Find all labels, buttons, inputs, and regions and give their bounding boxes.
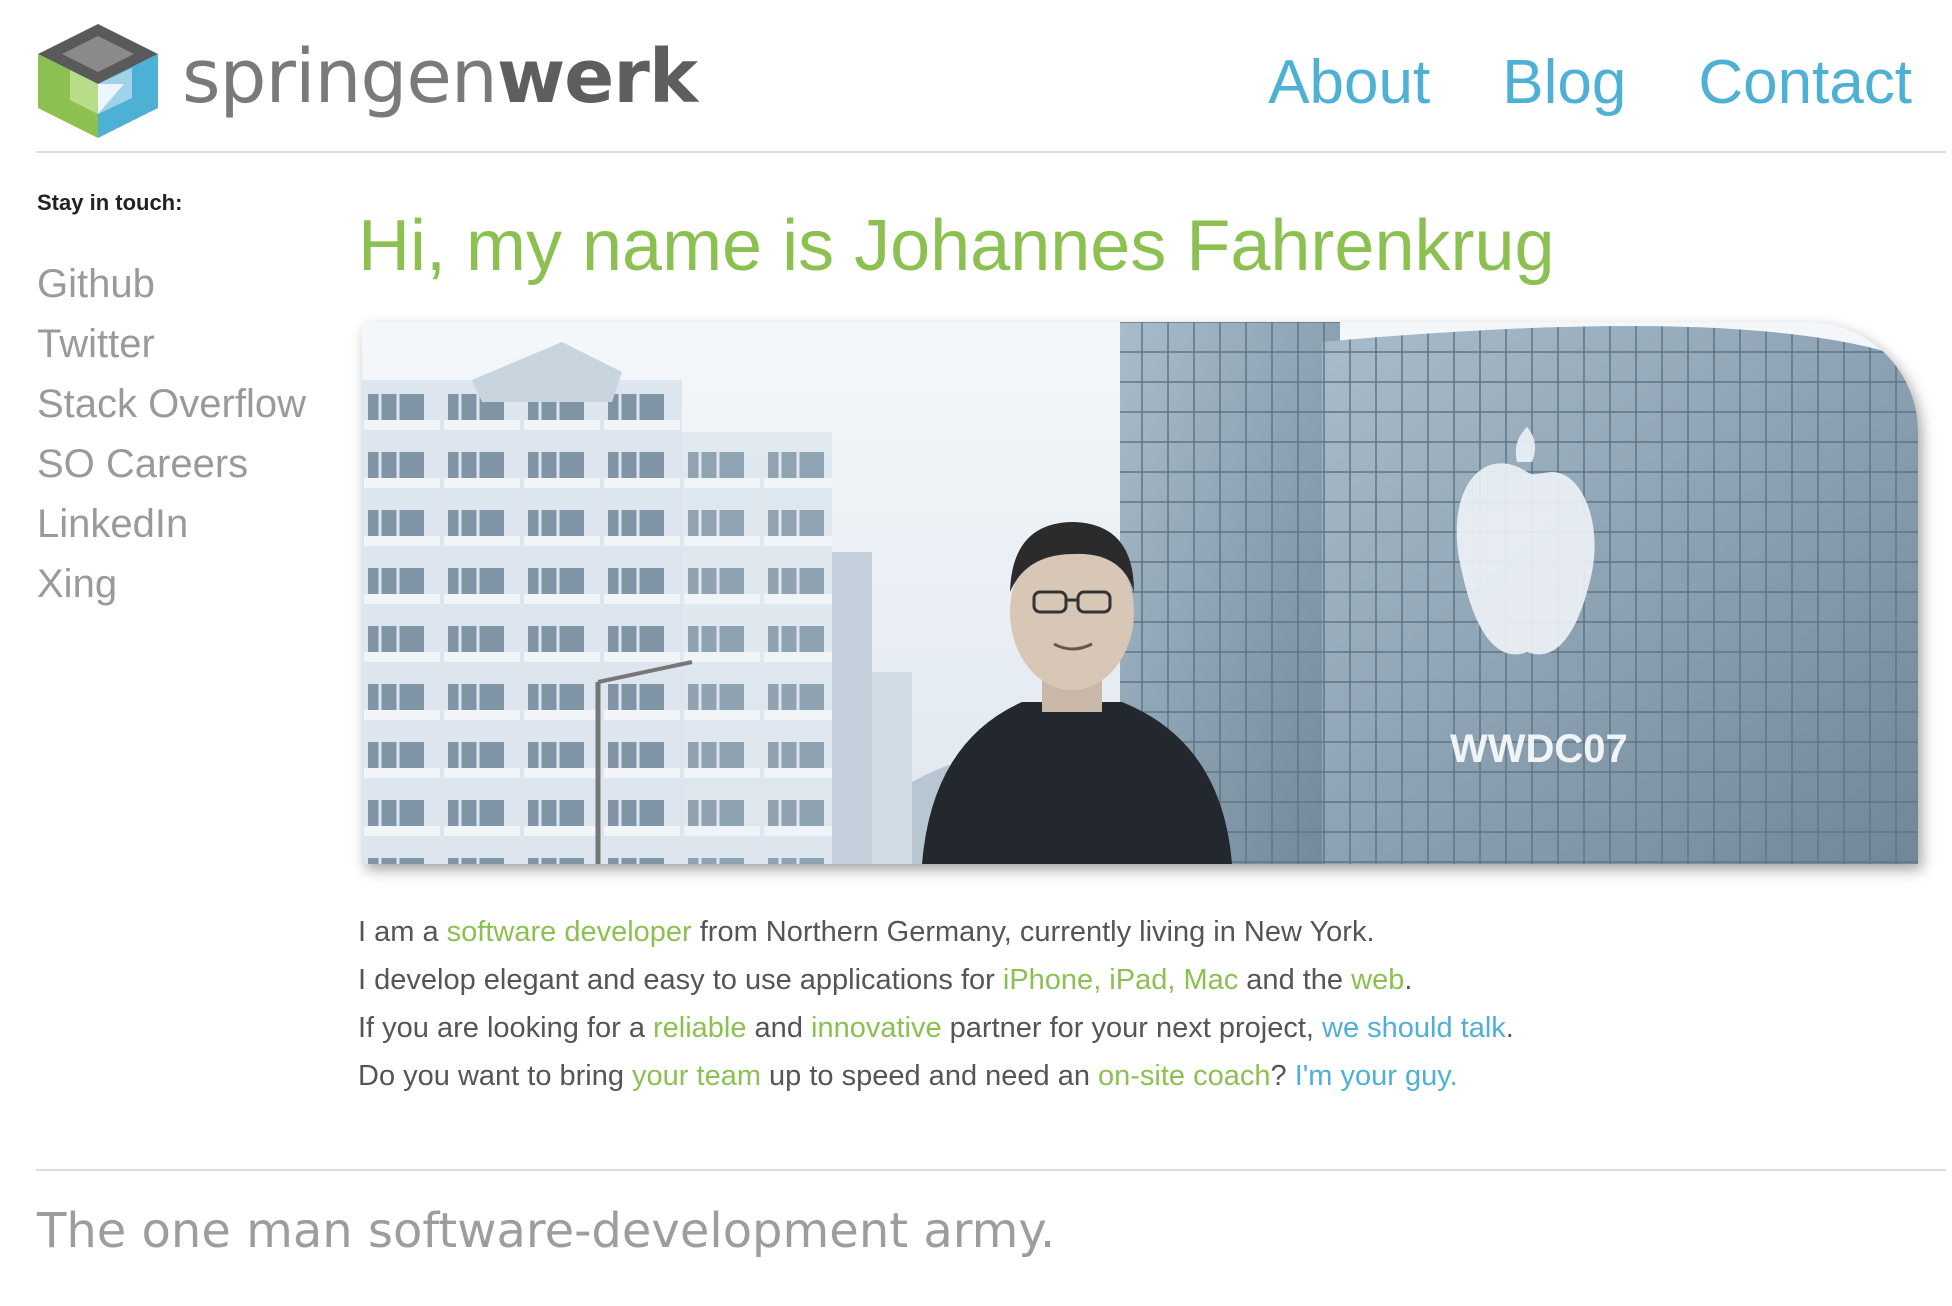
sidebar-link-linkedin[interactable]: LinkedIn <box>37 494 337 554</box>
link-platforms[interactable]: iPhone, iPad, Mac <box>1003 964 1238 996</box>
link-software-developer[interactable]: software developer <box>447 916 692 948</box>
intro-line-1: I am a software developer from Northern … <box>358 908 1918 956</box>
intro-line-4: Do you want to bring your team up to spe… <box>358 1052 1918 1100</box>
intro-text-segment: Do you want to bring <box>358 1060 633 1092</box>
hero-photo: WWDC07 <box>362 322 1918 864</box>
sidebar-link-twitter[interactable]: Twitter <box>37 314 337 374</box>
intro-text-segment: and <box>746 1012 811 1044</box>
sidebar-heading: Stay in touch: <box>37 190 183 215</box>
sidebar-link-xing[interactable]: Xing <box>37 554 337 614</box>
intro-text-segment: up to speed and need an <box>761 1060 1099 1092</box>
intro-text-segment: . <box>1404 964 1413 996</box>
intro-text-segment: I am a <box>358 916 447 948</box>
intro-text-segment: ? <box>1270 1060 1295 1092</box>
sidebar-link-github[interactable]: Github <box>37 254 337 314</box>
main-nav: About Blog Contact <box>1268 52 1912 114</box>
link-web[interactable]: web <box>1351 964 1404 996</box>
intro-text: I am a software developer from Northern … <box>358 908 1918 1100</box>
brand-bold-text: werk <box>496 34 698 120</box>
brand-wordmark[interactable]: springenwerk <box>182 40 698 114</box>
intro-text-segment: I develop elegant and easy to use applic… <box>358 964 1003 996</box>
link-im-your-guy[interactable]: I'm your guy. <box>1295 1060 1458 1092</box>
page-title: Hi, my name is Johannes Fahrenkrug <box>358 206 1555 286</box>
springenwerk-logo-icon[interactable] <box>36 22 160 140</box>
sidebar: Stay in touch: Github Twitter Stack Over… <box>37 190 337 614</box>
intro-text-segment: partner for your next project, <box>941 1012 1322 1044</box>
nav-blog[interactable]: Blog <box>1502 52 1626 114</box>
link-we-should-talk[interactable]: we should talk <box>1322 1012 1506 1044</box>
intro-line-2: I develop elegant and easy to use applic… <box>358 956 1918 1004</box>
nav-contact[interactable]: Contact <box>1698 52 1912 114</box>
intro-text-segment: from Northern Germany, currently living … <box>691 916 1375 948</box>
intro-line-3: If you are looking for a reliable and in… <box>358 1004 1918 1052</box>
intro-text-segment: If you are looking for a <box>358 1012 653 1044</box>
wwdc-sign: WWDC07 <box>1450 727 1628 771</box>
footer-tagline: The one man software-development army. <box>37 1203 1056 1259</box>
link-on-site-coach[interactable]: on-site coach <box>1098 1060 1271 1092</box>
nav-about[interactable]: About <box>1268 52 1430 114</box>
brand-light-text: springen <box>182 34 498 120</box>
sidebar-link-stack-overflow[interactable]: Stack Overflow <box>37 374 337 434</box>
main-content: Hi, my name is Johannes Fahrenkrug <box>358 204 1918 288</box>
footer-divider <box>36 1169 1946 1171</box>
sidebar-link-so-careers[interactable]: SO Careers <box>37 434 337 494</box>
link-innovative[interactable]: innovative <box>811 1012 942 1044</box>
intro-text-segment: and the <box>1238 964 1352 996</box>
site-header: springenwerk About Blog Contact <box>0 0 1952 152</box>
header-divider <box>36 151 1946 153</box>
link-your-team[interactable]: your team <box>632 1060 761 1092</box>
link-reliable[interactable]: reliable <box>653 1012 747 1044</box>
hero-photo-illustration: WWDC07 <box>362 322 1918 864</box>
intro-text-segment: . <box>1505 1012 1514 1044</box>
